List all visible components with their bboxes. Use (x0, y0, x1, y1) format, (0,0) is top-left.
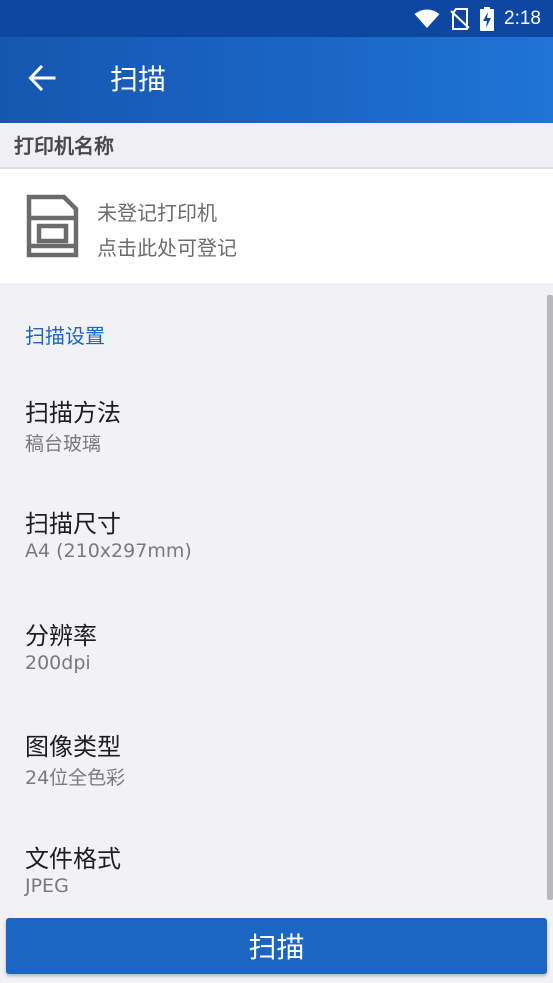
setting-label: 文件格式 (25, 845, 121, 873)
setting-value: 200dpi (25, 652, 91, 674)
setting-label: 扫描方法 (25, 399, 121, 427)
setting-resolution[interactable]: 分辨率 200dpi (0, 608, 545, 704)
setting-label: 分辨率 (25, 622, 97, 650)
status-bar: 2:18 (0, 0, 553, 37)
setting-value: 稿台玻璃 (25, 433, 102, 455)
scan-settings-list: 扫描设置 扫描方法 稿台玻璃 扫描尺寸 A4 (210x297mm) 分辨率 2… (0, 283, 553, 903)
scan-settings-title: 扫描设置 (25, 324, 105, 348)
printer-icon (24, 194, 80, 258)
setting-image-type[interactable]: 图像类型 24位全色彩 (0, 719, 545, 815)
scan-button[interactable]: 扫描 (6, 918, 547, 974)
setting-scan-size[interactable]: 扫描尺寸 A4 (210x297mm) (0, 496, 545, 592)
setting-value: 24位全色彩 (25, 767, 126, 789)
scan-screen: 2:18 扫描 打印机名称 未登记打印机 点击此处可登记 扫描设置 扫描方法 稿… (0, 0, 553, 983)
setting-value: A4 (210x297mm) (25, 540, 192, 562)
bottom-bar: 扫描 (0, 903, 553, 983)
printer-header-label: 打印机名称 (14, 134, 114, 158)
back-button[interactable] (18, 58, 66, 102)
setting-scan-method[interactable]: 扫描方法 稿台玻璃 (0, 385, 545, 481)
status-icons: 2:18 (414, 0, 541, 37)
page-title: 扫描 (110, 63, 167, 96)
printer-section-header: 打印机名称 (0, 123, 553, 169)
wifi-icon (414, 9, 440, 29)
app-bar: 扫描 (0, 37, 553, 123)
battery-charging-icon (480, 6, 495, 31)
setting-value: JPEG (25, 875, 69, 897)
register-printer-row[interactable]: 未登记打印机 点击此处可登记 (0, 169, 553, 283)
no-sim-icon (450, 7, 470, 30)
scrollbar[interactable] (547, 295, 553, 900)
printer-status-text: 未登记打印机 (97, 201, 217, 225)
arrow-left-icon (28, 64, 56, 95)
setting-label: 扫描尺寸 (25, 510, 121, 538)
status-time: 2:18 (504, 7, 541, 29)
printer-register-hint: 点击此处可登记 (97, 236, 237, 260)
setting-label: 图像类型 (25, 733, 121, 761)
